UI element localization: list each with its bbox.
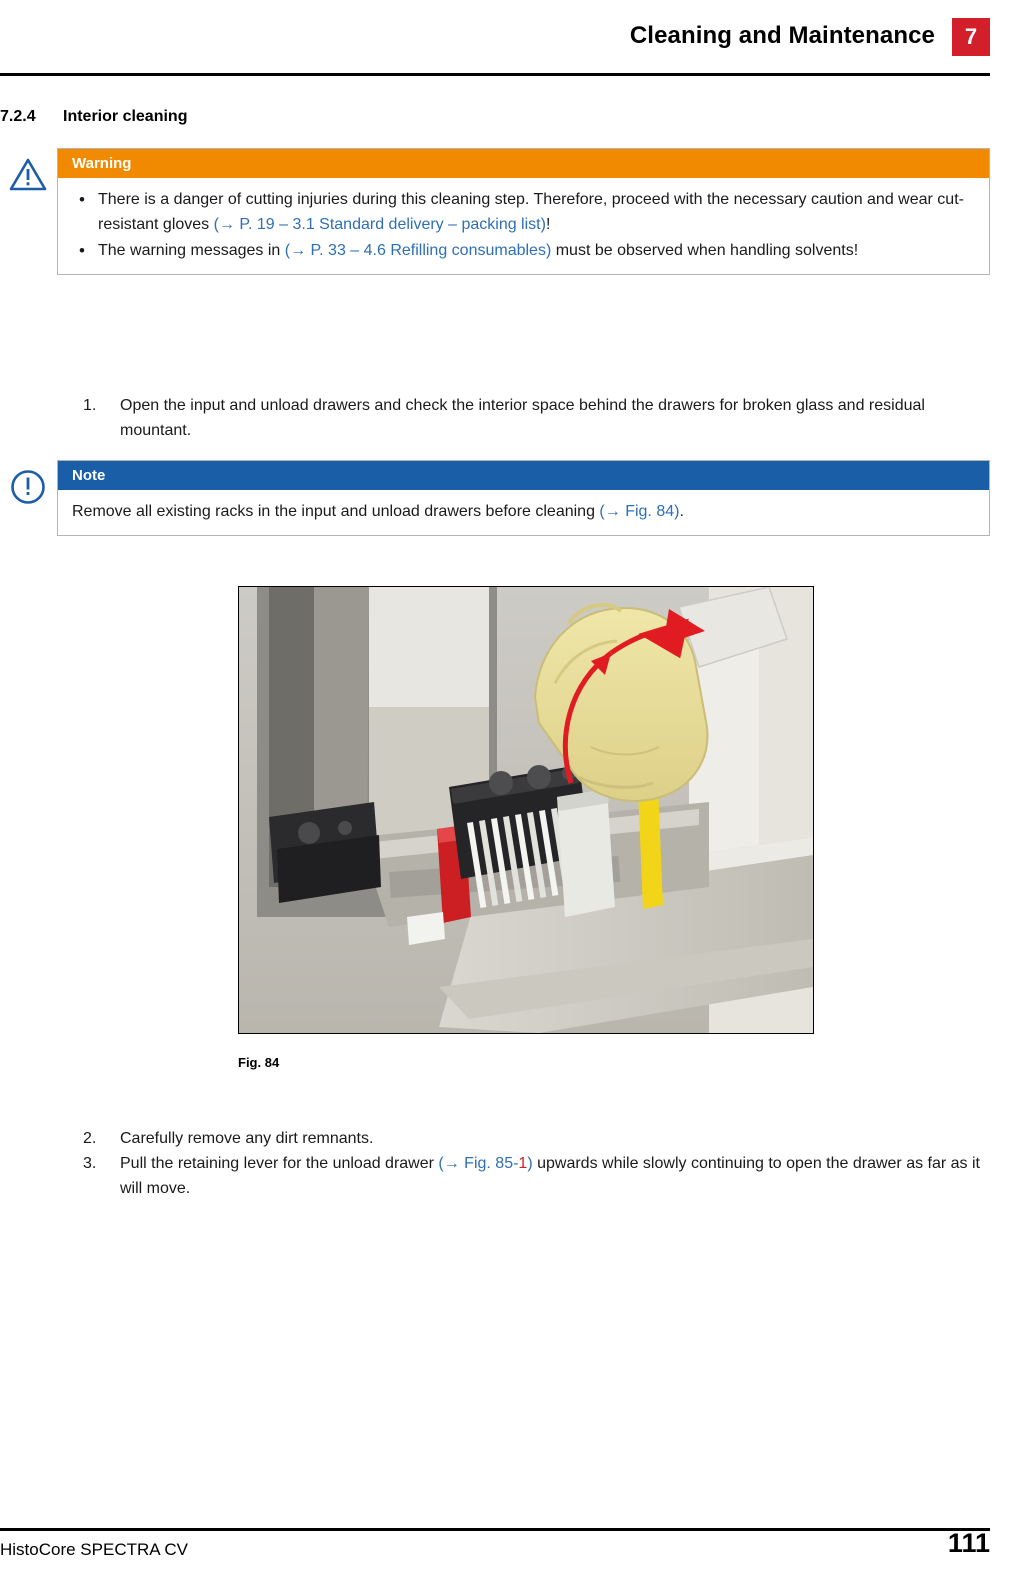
- step-list-before-figure: 1. Open the input and unload drawers and…: [57, 393, 990, 443]
- warning-admonition: Warning There is a danger of cutting inj…: [57, 148, 990, 275]
- footer-page-number: 111: [947, 1528, 990, 1558]
- warning-triangle-icon: [8, 155, 48, 195]
- warning-bullet-2-part-3: must be observed when handling solvents!: [551, 242, 859, 259]
- note-exclamation-icon: [8, 467, 48, 507]
- list-item: 2. Carefully remove any dirt remnants.: [57, 1126, 990, 1151]
- step-number: 3.: [83, 1155, 97, 1172]
- note-text-part-1: Remove all existing racks in the input a…: [72, 503, 600, 520]
- warning-bullet-2-part-1: The warning messages in: [98, 242, 285, 259]
- list-item: 3. Pull the retaining lever for the unlo…: [57, 1151, 990, 1201]
- warning-bullet-list: There is a danger of cutting injuries du…: [72, 187, 975, 263]
- step-xref-part-1[interactable]: (→ Fig. 85-: [438, 1155, 518, 1172]
- section-title: Interior cleaning: [63, 108, 188, 125]
- step-list-after-figure: 2. Carefully remove any dirt remnants. 3…: [57, 1126, 990, 1201]
- step-number: 2.: [83, 1130, 97, 1147]
- list-item: The warning messages in (→ P. 33 – 4.6 R…: [72, 238, 975, 263]
- list-item: 1. Open the input and unload drawers and…: [57, 393, 990, 443]
- footer-product-name: HistoCore SPECTRA CV: [0, 1540, 188, 1559]
- figure-image: [238, 586, 814, 1034]
- warning-label: Warning: [58, 149, 989, 178]
- warning-body: There is a danger of cutting injuries du…: [58, 178, 989, 274]
- figure-illustration: [239, 587, 813, 1033]
- note-body: Remove all existing racks in the input a…: [58, 490, 989, 535]
- list-item: There is a danger of cutting injuries du…: [72, 187, 975, 237]
- step-text: Open the input and unload drawers and ch…: [120, 397, 925, 439]
- warning-bullet-1-part-3: !: [545, 216, 551, 233]
- section-number: 7.2.4: [0, 108, 36, 125]
- figure-caption: Fig. 84: [238, 1055, 280, 1070]
- page-header: Cleaning and Maintenance 7: [0, 0, 1012, 78]
- warning-bullet-2-xref[interactable]: (→ P. 33 – 4.6 Refilling consumables): [285, 242, 552, 259]
- step-text-part-1: Pull the retaining lever for the unload …: [120, 1155, 439, 1172]
- note-text-part-3: .: [679, 503, 684, 520]
- note-xref[interactable]: (→ Fig. 84): [599, 503, 679, 520]
- chapter-number-badge: 7: [952, 18, 990, 56]
- footer-divider: [0, 1528, 990, 1531]
- step-xref-callout: 1: [518, 1155, 528, 1172]
- warning-bullet-1-xref[interactable]: (→ P. 19 – 3.1 Standard delivery – packi…: [214, 216, 546, 233]
- note-admonition: Note Remove all existing racks in the in…: [57, 460, 990, 536]
- note-label: Note: [58, 461, 989, 490]
- document-page: Cleaning and Maintenance 7 7.2.4 Interio…: [0, 0, 1012, 1595]
- page-title: Cleaning and Maintenance: [629, 22, 935, 49]
- step-number: 1.: [83, 397, 97, 414]
- header-divider: [0, 73, 990, 76]
- step-text: Carefully remove any dirt remnants.: [120, 1130, 374, 1147]
